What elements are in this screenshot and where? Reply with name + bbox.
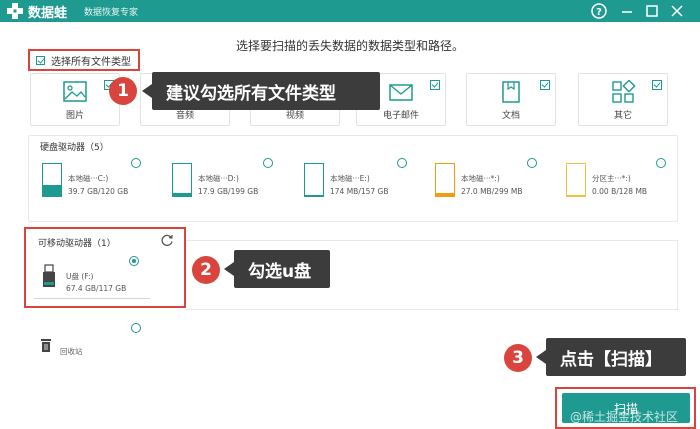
callout-badge-2: 2	[192, 256, 220, 284]
removable-section-title: 可移动驱动器（1）	[38, 239, 116, 249]
help-icon[interactable]: ?	[590, 2, 608, 20]
type-label: 图片	[65, 111, 84, 121]
drive-usage-fill	[173, 193, 191, 196]
usb-drive-size: 67.4 GB/117 GB	[66, 284, 127, 293]
type-checkbox[interactable]	[540, 80, 550, 90]
drive-name: 本地磁···*:)	[461, 174, 500, 183]
recycle-radio[interactable]	[131, 323, 141, 333]
drive-usage-fill	[43, 185, 61, 196]
drive-item[interactable]: 本地磁···D:) 17.9 GB/199 GB	[160, 160, 270, 200]
drive-size: 39.7 GB/120 GB	[68, 187, 129, 196]
hdd-section-title: 硬盘驱动器（5）	[40, 143, 109, 153]
type-checkbox[interactable]	[430, 80, 440, 90]
select-all-checkbox[interactable]: 选择所有文件类型	[28, 49, 140, 71]
maximize-icon[interactable]	[643, 2, 661, 20]
drive-name: 本地磁···E:)	[330, 174, 370, 183]
drive-size: 17.9 GB/199 GB	[198, 187, 259, 196]
image-icon	[63, 81, 87, 102]
drive-size: 27.0 MB/299 MB	[461, 187, 523, 196]
callout-badge-1: 1	[109, 77, 137, 105]
drive-name: 分区主···*:)	[592, 174, 631, 183]
usb-usage-bar	[34, 298, 150, 299]
drive-radio[interactable]	[527, 158, 537, 168]
svg-text:?: ?	[596, 7, 602, 18]
drive-size: 174 MB/157 GB	[330, 187, 389, 196]
drive-usage-fill	[305, 194, 323, 196]
app-brand: 数据蛙	[28, 6, 68, 21]
usb-drive-icon	[43, 264, 55, 287]
app-logo-icon	[7, 3, 23, 19]
drive-usage-fill	[567, 194, 585, 196]
drive-radio[interactable]	[263, 158, 273, 168]
hdd-icon	[42, 163, 62, 197]
recycle-label: 回收站	[60, 347, 83, 356]
select-all-check-icon	[36, 55, 45, 65]
email-icon	[389, 84, 413, 101]
type-card-other[interactable]: 其它	[578, 73, 668, 126]
callout-2: 勾选u盘	[224, 250, 330, 288]
drive-item[interactable]: 本地磁···*:) 27.0 MB/299 MB	[423, 160, 533, 200]
drive-item[interactable]: 本地磁···E:) 174 MB/157 GB	[292, 160, 402, 200]
minimize-icon[interactable]	[618, 2, 636, 20]
callout-3: 点击【扫描】	[536, 338, 686, 376]
drive-name: 本地磁···D:)	[198, 174, 239, 183]
hdd-icon	[304, 163, 324, 197]
drive-item[interactable]: 分区主···*:) 0.00 B/128 MB	[554, 160, 664, 200]
drive-radio[interactable]	[131, 158, 141, 168]
type-label: 文档	[501, 111, 520, 121]
type-label: 其它	[613, 111, 632, 121]
usb-drive-name: U盘 (F:)	[66, 272, 94, 281]
document-icon	[502, 81, 520, 103]
callout-1: 建议勾选所有文件类型	[142, 72, 380, 110]
drive-radio[interactable]	[397, 158, 407, 168]
select-all-label: 选择所有文件类型	[51, 56, 131, 68]
close-icon[interactable]	[668, 2, 686, 20]
hdd-icon	[172, 163, 192, 197]
refresh-icon[interactable]	[160, 233, 174, 247]
callout-badge-3: 3	[504, 344, 532, 372]
drive-usage-fill	[436, 193, 454, 196]
usb-drive-radio[interactable]	[129, 256, 139, 266]
type-checkbox[interactable]	[652, 80, 662, 90]
hdd-icon	[566, 163, 586, 197]
other-icon	[612, 80, 636, 103]
type-card-document[interactable]: 文档	[466, 73, 556, 126]
title-bar: 数据蛙 数据恢复专家 ?	[0, 0, 700, 22]
drive-radio[interactable]	[656, 158, 666, 168]
type-card-image[interactable]: 图片	[30, 73, 120, 126]
drive-size: 0.00 B/128 MB	[592, 187, 648, 196]
watermark: @稀土掘金技术社区	[570, 410, 679, 424]
hdd-icon	[435, 163, 455, 197]
drive-item[interactable]: 本地磁···C:) 39.7 GB/120 GB	[30, 160, 140, 200]
drive-name: 本地磁···C:)	[68, 174, 109, 183]
app-subtitle: 数据恢复专家	[84, 8, 139, 18]
trash-icon	[41, 339, 51, 352]
